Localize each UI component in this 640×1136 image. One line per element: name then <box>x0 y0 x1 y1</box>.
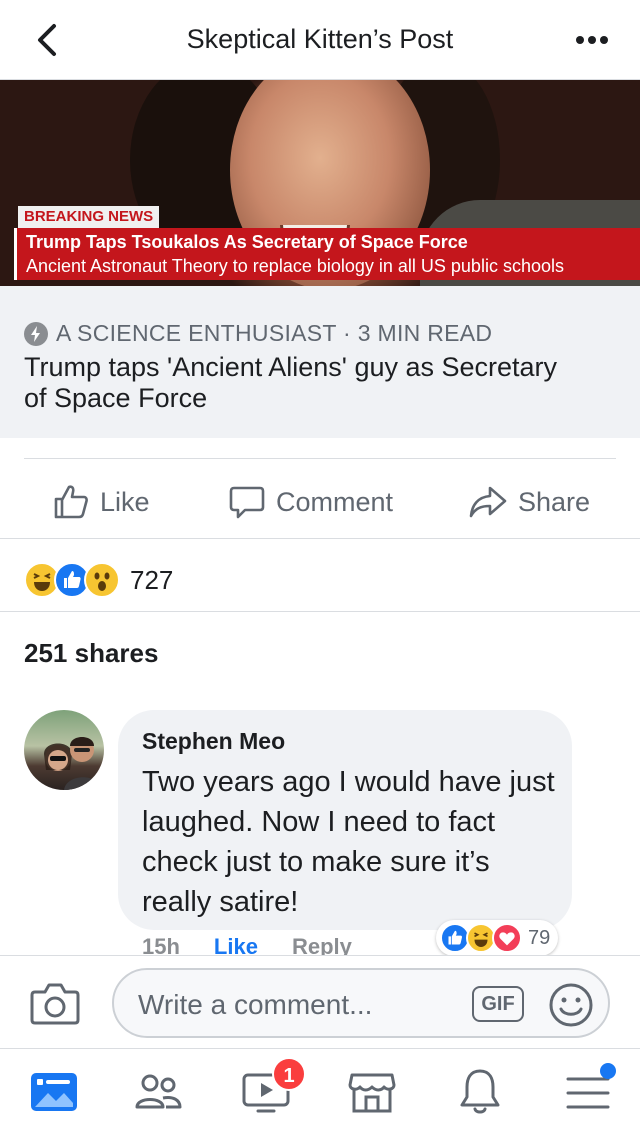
post-image[interactable]: BREAKING NEWS Trump Taps Tsoukalos As Se… <box>0 80 640 286</box>
share-arrow-icon <box>469 486 507 518</box>
bottom-tab-bar: 1 <box>0 1048 640 1136</box>
comment-input-placeholder: Write a comment... <box>138 989 373 1020</box>
news-headline: Trump Taps Tsoukalos As Secretary of Spa… <box>26 232 468 252</box>
comment-author[interactable]: Stephen Meo <box>142 728 285 755</box>
link-source-text: A SCIENCE ENTHUSIAST · 3 MIN READ <box>56 320 493 346</box>
wow-reaction-icon <box>84 562 120 598</box>
share-label: Share <box>518 486 591 517</box>
emoji-button[interactable] <box>548 982 594 1028</box>
share-button[interactable]: Share <box>468 483 590 521</box>
news-feed-icon <box>31 1073 77 1111</box>
divider <box>0 538 640 539</box>
comment-button[interactable]: Comment <box>228 483 393 521</box>
bell-icon <box>460 1069 500 1114</box>
news-subline: Ancient Astronaut Theory to replace biol… <box>26 256 564 276</box>
breaking-news-tag: BREAKING NEWS <box>18 206 160 228</box>
love-reaction-icon <box>492 923 522 953</box>
comment-text: Two years ago I would have just laughed.… <box>142 766 555 918</box>
page-title: Skeptical Kitten’s Post <box>186 24 454 54</box>
instant-article-bolt-icon <box>24 321 48 346</box>
comment-bubble[interactable]: Stephen Meo Two years ago I would have j… <box>118 710 572 930</box>
post-actions: Like Comment Share <box>24 458 616 538</box>
gif-button[interactable]: GIF <box>472 986 524 1022</box>
like-label: Like <box>100 486 150 517</box>
news-ticker: Trump Taps Tsoukalos As Secretary of Spa… <box>14 228 640 280</box>
thumbs-up-icon <box>54 485 88 519</box>
marketplace-shop-icon <box>348 1073 396 1113</box>
post-header: Skeptical Kitten’s Post <box>0 0 640 80</box>
camera-icon <box>30 983 80 1025</box>
tab-marketplace[interactable] <box>344 1063 404 1123</box>
reaction-count: 727 <box>130 564 174 595</box>
comment-bubble-icon <box>229 486 265 519</box>
more-options-button[interactable] <box>572 24 612 56</box>
comment-composer: Write a comment... GIF <box>0 955 640 1049</box>
like-button[interactable]: Like <box>52 483 150 521</box>
link-source: A SCIENCE ENTHUSIAST · 3 MIN READ <box>24 320 492 347</box>
comment-label: Comment <box>276 486 394 517</box>
link-title: Trump taps 'Ancient Aliens' guy as Secre… <box>24 352 558 413</box>
comment-reaction-count: 79 <box>528 926 551 949</box>
friends-icon <box>135 1074 182 1109</box>
menu-notification-dot <box>600 1063 616 1079</box>
watch-notification-badge: 1 <box>272 1057 306 1091</box>
smiley-icon <box>549 983 593 1027</box>
reaction-summary[interactable]: 727 <box>24 560 173 600</box>
share-count[interactable]: 251 shares <box>24 638 158 669</box>
tab-news-feed[interactable] <box>26 1063 86 1123</box>
camera-button[interactable] <box>30 980 80 1026</box>
tab-friends[interactable] <box>130 1063 190 1123</box>
link-preview[interactable]: A SCIENCE ENTHUSIAST · 3 MIN READ Trump … <box>0 286 640 438</box>
tab-notifications[interactable] <box>452 1063 512 1123</box>
comment-input[interactable]: Write a comment... GIF <box>112 968 610 1038</box>
ellipsis-icon <box>576 36 608 44</box>
comment-reactions[interactable]: 79 <box>436 920 559 956</box>
divider <box>0 611 640 612</box>
commenter-avatar[interactable] <box>24 710 104 790</box>
